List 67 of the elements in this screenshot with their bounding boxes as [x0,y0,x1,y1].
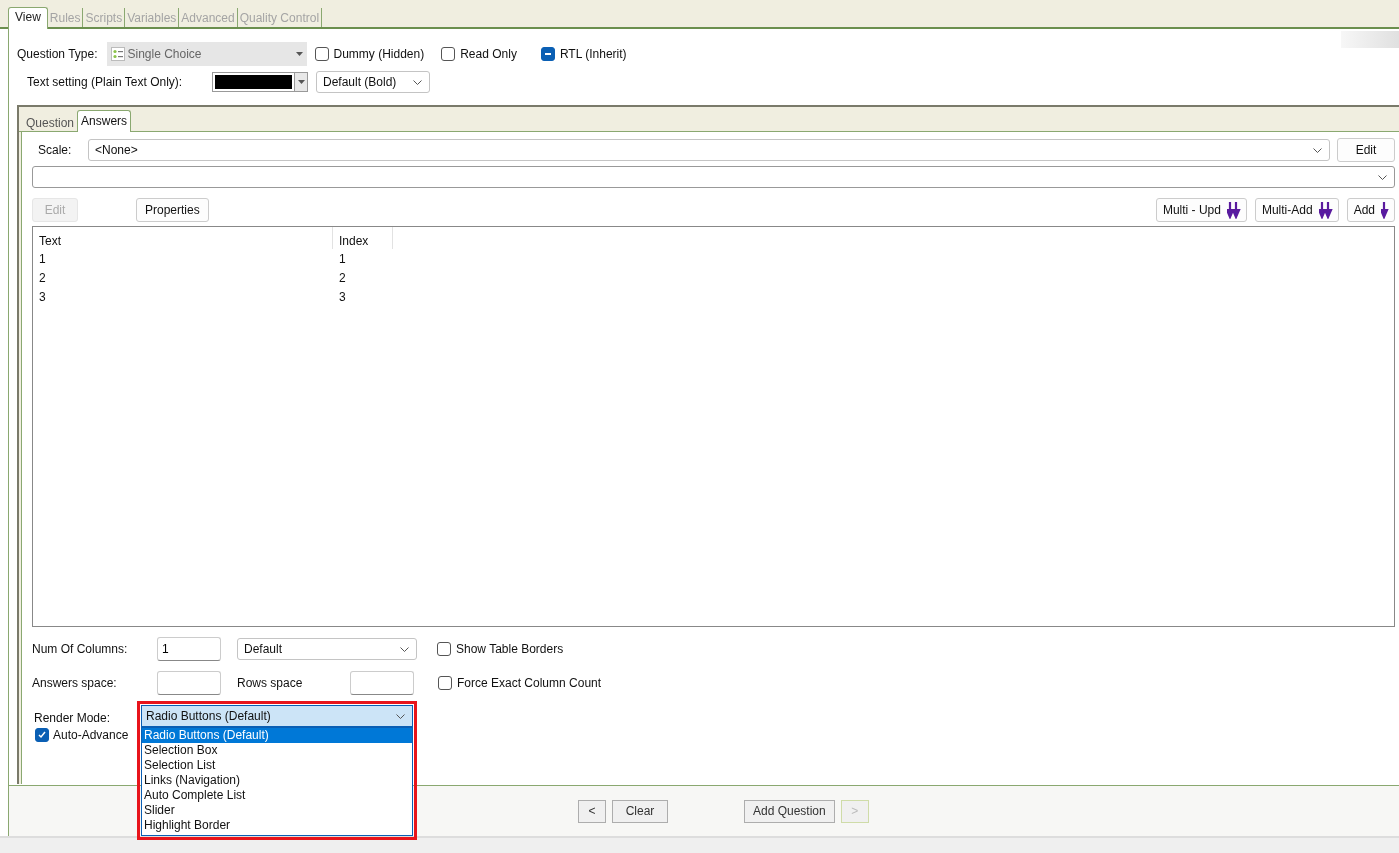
toolbar-button[interactable]: Multi-Add [1254,198,1339,222]
toolbar-button[interactable]: Properties [136,198,209,222]
gradient-panel [1341,31,1399,48]
chevron-down-icon [1378,175,1387,180]
checkbox[interactable] [314,47,329,61]
checkbox-label: Read Only [460,47,517,61]
chevron-down-icon [413,80,422,85]
question-type-label: Question Type: [17,47,98,61]
table-cell-text: 1 [338,251,347,268]
column-header[interactable]: Text [33,227,333,249]
font-dropdown[interactable]: Default (Bold) [316,71,430,93]
tab[interactable]: View [8,7,48,29]
dropdown[interactable] [32,166,1395,188]
tab[interactable]: Question [23,115,78,131]
input-field[interactable] [350,671,414,695]
dropdown-option[interactable]: Selection Box [142,743,412,758]
toolbar-button[interactable]: Add [1346,198,1395,222]
chevron-down-icon [400,647,409,652]
table-cell-text: 3 [338,289,347,306]
scale-label: Scale: [38,143,73,157]
layout-dropdown[interactable]: Default [237,638,417,660]
footer-button[interactable]: < [578,799,606,823]
checkbox-label: Auto-Advance [53,728,129,742]
num-columns-label: Num Of Columns: [32,642,129,656]
down-arrows-icon [1318,201,1333,219]
table-cell-text: 3 [38,289,47,306]
toolbar-button[interactable]: Multi - Upd [1155,198,1247,222]
dropdown-option[interactable]: Selection List [142,758,412,773]
rows-space-label: Rows space [237,676,304,690]
table-cell-text: 1 [38,251,47,268]
answers-space-label: Answers space: [32,676,118,690]
checkbox[interactable] [438,676,452,690]
footer-button[interactable]: Add Question [744,799,835,823]
checkbox-label: Show Table Borders [456,642,564,656]
chevron-down-icon [1313,148,1322,153]
dropdown-option[interactable]: Links (Navigation) [142,773,412,788]
dropdown-option[interactable]: Auto Complete List [142,788,412,803]
render-mode-label: Render Mode: [34,711,112,725]
checkbox[interactable] [540,47,555,61]
check-icon [37,730,47,740]
tab[interactable]: Answers [77,110,132,132]
down-arrows-icon [1381,201,1389,219]
table-cell-text: 2 [338,270,347,287]
checkbox[interactable] [35,728,49,742]
list-icon [110,47,125,61]
footer-button[interactable]: Clear [612,799,668,823]
down-arrows-icon [1226,201,1241,219]
checkbox[interactable] [441,47,456,61]
dropdown-option[interactable]: Highlight Border [142,818,412,833]
input-field[interactable] [157,671,221,695]
dropdown-arrow-icon [295,52,303,56]
scale-dropdown[interactable]: <None> [88,139,1330,161]
dropdown-option[interactable]: Slider [142,803,412,818]
render-mode-dropdown[interactable]: Radio Buttons (Default) [141,705,413,727]
dropdown-arrow-icon [297,80,305,84]
dropdown-option[interactable]: Radio Buttons (Default) [142,728,412,743]
checkbox-label: RTL (Inherit) [559,47,627,61]
checkbox-label: Dummy (Hidden) [333,47,425,61]
column-header[interactable]: Index [333,227,393,249]
edit-button[interactable]: Edit [1337,138,1395,162]
table-cell-text: 2 [38,270,47,287]
checkbox[interactable] [437,642,451,656]
text-setting-label: Text setting (Plain Text Only): [27,75,184,89]
checkbox-label: Force Exact Column Count [457,676,602,690]
input-field[interactable]: 1 [157,637,221,661]
chevron-down-icon [396,714,405,719]
color-picker[interactable] [212,72,308,92]
